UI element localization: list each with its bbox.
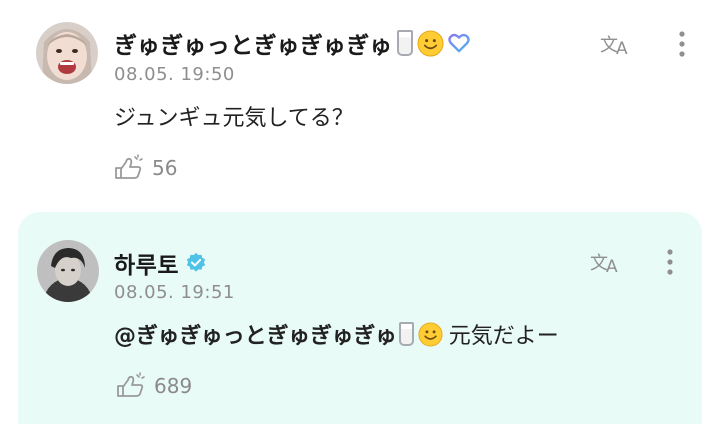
timestamp: 08.05. 19:50	[114, 64, 235, 85]
author-name[interactable]: 하루토	[114, 246, 179, 280]
author-row: 하루토	[114, 246, 207, 280]
comment-text: @ぎゅぎゅっとぎゅぎゅぎゅ 元気だよー	[114, 318, 559, 350]
milk-glass-emoji-icon	[398, 322, 414, 346]
timestamp: 08.05. 19:51	[114, 282, 235, 303]
mention-link[interactable]: @ぎゅぎゅっとぎゅぎゅぎゅ	[114, 318, 397, 350]
like-button[interactable]: 56	[112, 154, 177, 182]
svg-text:A: A	[606, 257, 618, 276]
translate-button[interactable]: 文 A	[588, 246, 628, 278]
comment-body: 元気だよー	[448, 324, 559, 349]
avatar[interactable]	[36, 22, 98, 84]
smiling-face-emoji-icon	[418, 321, 443, 347]
more-options-button[interactable]	[672, 28, 692, 60]
author-row: ぎゅぎゅっとぎゅぎゅぎゅ	[114, 26, 470, 60]
heart-outline-icon	[447, 33, 470, 53]
comment-text: ジュンギュ元気してる？	[114, 100, 354, 132]
translate-icon: 文 A	[590, 253, 618, 276]
smiling-face-emoji-icon	[417, 29, 444, 57]
translate-button[interactable]: 文 A	[598, 28, 638, 60]
comment-body: ジュンギュ元気してる？	[114, 106, 354, 131]
milk-glass-emoji-icon	[396, 30, 413, 56]
like-button[interactable]: 689	[114, 372, 192, 400]
avatar[interactable]	[37, 240, 99, 302]
translate-icon: 文 A	[600, 35, 628, 58]
reply-item: 하루토 08.05. 19:51 @ぎゅぎゅっとぎゅぎゅぎゅ 元気だよー 689…	[18, 212, 702, 424]
verified-badge-icon	[186, 252, 206, 272]
more-vertical-icon	[667, 249, 673, 275]
like-icon	[117, 372, 145, 397]
more-options-button[interactable]	[660, 246, 680, 278]
author-name[interactable]: ぎゅぎゅっとぎゅぎゅぎゅ	[114, 26, 393, 60]
like-count: 689	[154, 374, 193, 398]
more-vertical-icon	[679, 31, 685, 57]
comment-item: ぎゅぎゅっとぎゅぎゅぎゅ 08.05. 19:50 ジュンギュ元気してる？ 56…	[0, 0, 720, 200]
like-icon	[115, 154, 143, 179]
svg-text:A: A	[616, 39, 628, 58]
like-count: 56	[152, 156, 178, 180]
